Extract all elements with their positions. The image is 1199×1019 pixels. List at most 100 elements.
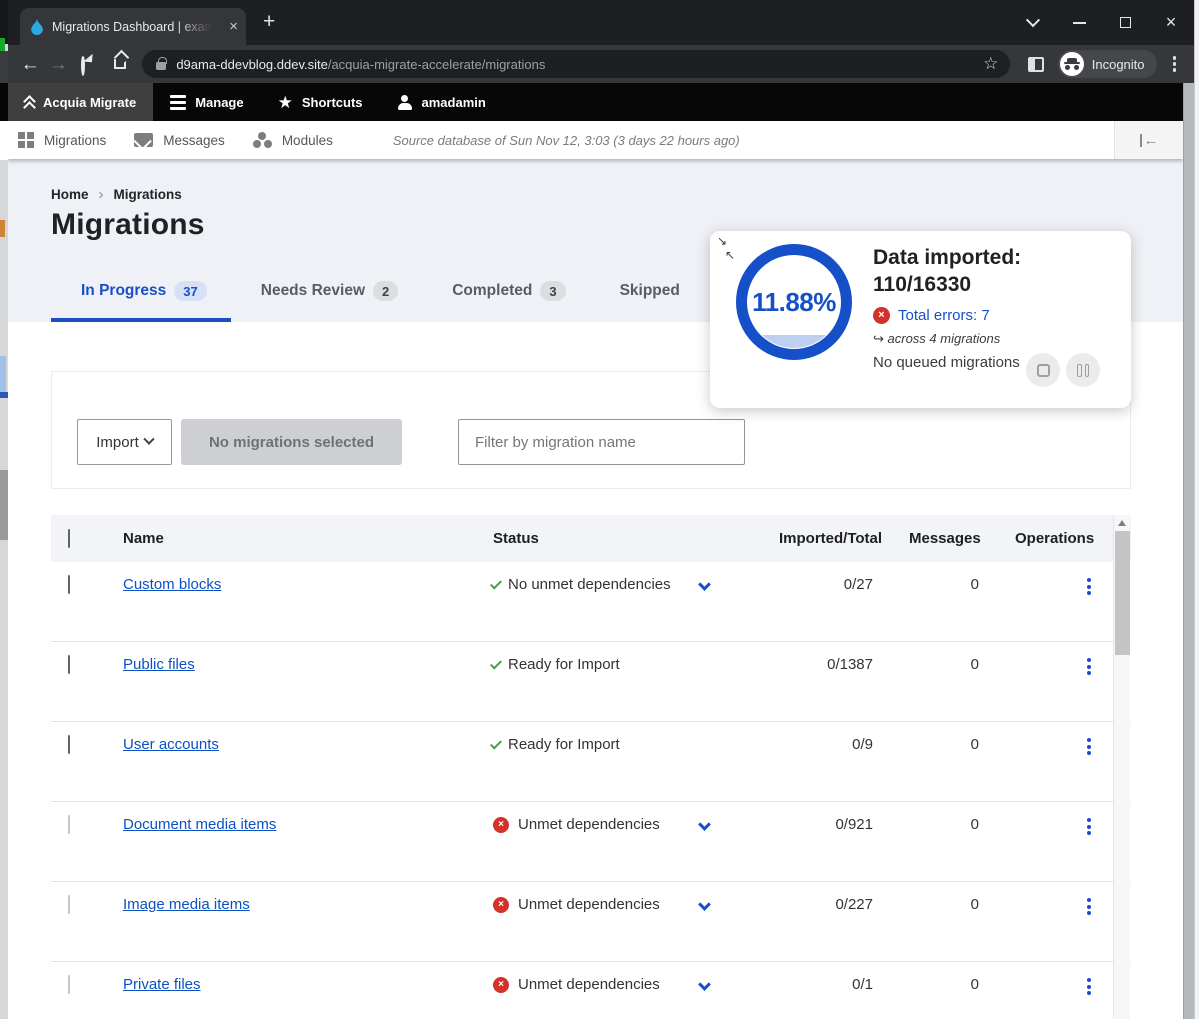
error-icon: × bbox=[873, 307, 890, 324]
migration-name-link[interactable]: Document media items bbox=[123, 816, 276, 833]
browser-page-scrollbar[interactable] bbox=[1183, 83, 1194, 1019]
back-icon[interactable]: ← bbox=[16, 55, 44, 74]
toolbar-item-messages[interactable]: Messages bbox=[120, 133, 239, 148]
toolbar-item-migrations[interactable]: Migrations bbox=[8, 132, 120, 148]
url-bar[interactable]: d9ama-ddevblog.ddev.site/acquia-migrate-… bbox=[142, 50, 1010, 78]
drupal-drop-icon bbox=[30, 19, 44, 35]
close-window-button[interactable]: × bbox=[1148, 0, 1194, 45]
table-row: Image media items ×Unmet dependencies 0/… bbox=[51, 882, 1131, 962]
incognito-icon bbox=[1060, 52, 1084, 76]
lock-icon[interactable] bbox=[156, 62, 166, 70]
migration-name-link[interactable]: User accounts bbox=[123, 736, 219, 753]
url-path: /acquia-migrate-accelerate/migrations bbox=[328, 57, 545, 72]
operations-menu-icon[interactable] bbox=[1087, 736, 1091, 755]
row-checkbox[interactable] bbox=[68, 655, 70, 674]
toolbar-item-acquia-migrate[interactable]: Acquia Migrate bbox=[8, 83, 153, 121]
home-icon[interactable] bbox=[114, 59, 127, 69]
browser-navbar: ← → d9ama-ddevblog.ddev.site/acquia-migr… bbox=[8, 45, 1194, 83]
tab-search-icon[interactable] bbox=[1010, 0, 1056, 45]
operations-menu-icon[interactable] bbox=[1087, 816, 1091, 835]
scrollbar-up-arrow-icon[interactable] bbox=[1118, 520, 1126, 526]
migration-name-link[interactable]: Private files bbox=[123, 976, 201, 993]
tab-skipped[interactable]: Skipped bbox=[620, 282, 680, 300]
operations-menu-icon[interactable] bbox=[1087, 896, 1091, 915]
error-icon: × bbox=[493, 897, 509, 913]
pause-button[interactable] bbox=[1066, 353, 1100, 387]
messages-count: 0 bbox=[909, 896, 1015, 913]
check-icon bbox=[490, 737, 502, 749]
reload-icon[interactable] bbox=[81, 57, 94, 72]
minimize-button[interactable] bbox=[1056, 0, 1102, 45]
toolbar-item-label: amadamin bbox=[422, 95, 486, 110]
header-messages: Messages bbox=[909, 530, 1015, 547]
screen: Migrations Dashboard | example × + × ← →… bbox=[0, 0, 1199, 1019]
toolbar-collapse-area[interactable]: ← bbox=[1114, 121, 1183, 159]
select-all-checkbox[interactable] bbox=[68, 529, 70, 548]
toolbar-item-label: Shortcuts bbox=[302, 95, 363, 110]
table-scrollbar[interactable] bbox=[1113, 515, 1130, 1019]
data-imported-heading: Data imported: 110/16330 bbox=[873, 245, 1021, 298]
browser-window: Migrations Dashboard | example × + × ← →… bbox=[8, 0, 1194, 1019]
filter-input[interactable] bbox=[458, 419, 745, 465]
total-errors-link[interactable]: Total errors: 7 bbox=[898, 307, 990, 324]
resize-handle-icon[interactable]: ↘ ↖ bbox=[717, 235, 735, 261]
browser-tab-strip: Migrations Dashboard | example × + × bbox=[8, 0, 1194, 45]
operations-menu-icon[interactable] bbox=[1087, 976, 1091, 995]
migrations-table: Name Status Imported/Total Messages Oper… bbox=[51, 515, 1131, 1019]
source-database-note: Source database of Sun Nov 12, 3:03 (3 d… bbox=[393, 133, 740, 148]
migration-name-link[interactable]: Public files bbox=[123, 656, 195, 673]
browser-tab[interactable]: Migrations Dashboard | example × bbox=[20, 8, 246, 45]
import-label: Import bbox=[96, 434, 139, 451]
migration-name-link[interactable]: Image media items bbox=[123, 896, 250, 913]
table-row: Custom blocks No unmet dependencies 0/27… bbox=[51, 562, 1131, 642]
toolbar-item-shortcuts[interactable]: ★ Shortcuts bbox=[261, 83, 380, 121]
tab-label: Needs Review bbox=[261, 282, 365, 300]
progress-percent: 11.88% bbox=[735, 243, 853, 361]
row-checkbox-disabled bbox=[68, 815, 70, 834]
maximize-button[interactable] bbox=[1102, 0, 1148, 45]
new-tab-button[interactable]: + bbox=[263, 11, 275, 32]
main-content: Home › Migrations Migrations In Progress… bbox=[8, 159, 1183, 1019]
progress-card-text: Data imported: 110/16330 × Total errors:… bbox=[873, 245, 1021, 371]
header-status: Status bbox=[469, 530, 779, 547]
migration-name-link[interactable]: Custom blocks bbox=[123, 576, 221, 593]
table-header-row: Name Status Imported/Total Messages Oper… bbox=[51, 515, 1131, 562]
tab-in-progress[interactable]: In Progress 37 bbox=[81, 281, 207, 301]
imported-total-value: 0/227 bbox=[779, 896, 909, 913]
breadcrumb-home-link[interactable]: Home bbox=[51, 187, 89, 202]
messages-count: 0 bbox=[909, 656, 1015, 673]
bookmark-star-icon[interactable]: ☆ bbox=[983, 54, 998, 74]
row-checkbox[interactable] bbox=[68, 575, 70, 594]
messages-count: 0 bbox=[909, 976, 1015, 993]
tab-needs-review[interactable]: Needs Review 2 bbox=[261, 281, 398, 301]
scrollbar-thumb[interactable] bbox=[1115, 531, 1130, 655]
import-dropdown-button[interactable]: Import bbox=[77, 419, 172, 465]
no-migrations-selected-button: No migrations selected bbox=[181, 419, 402, 465]
side-panel-icon[interactable] bbox=[1028, 57, 1043, 72]
operations-menu-icon[interactable] bbox=[1087, 656, 1091, 675]
error-icon: × bbox=[493, 817, 509, 833]
imported-total-value: 0/1 bbox=[779, 976, 909, 993]
table-row: Document media items ×Unmet dependencies… bbox=[51, 802, 1131, 882]
toolbar-item-manage[interactable]: Manage bbox=[153, 83, 260, 121]
breadcrumb-separator: › bbox=[99, 186, 104, 203]
messages-count: 0 bbox=[909, 736, 1015, 753]
stop-button[interactable] bbox=[1026, 353, 1060, 387]
imported-total-value: 0/1387 bbox=[779, 656, 909, 673]
toolbar-item-modules[interactable]: Modules bbox=[239, 132, 347, 149]
imported-total-value: 0/9 bbox=[779, 736, 909, 753]
star-icon: ★ bbox=[278, 94, 293, 111]
toolbar-item-user[interactable]: amadamin bbox=[380, 83, 503, 121]
tab-close-icon[interactable]: × bbox=[229, 19, 238, 34]
forward-icon: → bbox=[44, 55, 72, 74]
breadcrumb: Home › Migrations bbox=[51, 186, 182, 203]
row-checkbox[interactable] bbox=[68, 735, 70, 754]
operations-menu-icon[interactable] bbox=[1087, 576, 1091, 595]
menu-icon bbox=[170, 95, 186, 110]
browser-menu-icon[interactable] bbox=[1173, 56, 1177, 72]
across-migrations-note: ↪ across 4 migrations bbox=[873, 331, 1021, 347]
tab-completed[interactable]: Completed 3 bbox=[452, 281, 565, 301]
row-checkbox-disabled bbox=[68, 895, 70, 914]
chevron-down-icon bbox=[143, 434, 154, 445]
toolbar-item-label: Migrations bbox=[44, 133, 106, 148]
